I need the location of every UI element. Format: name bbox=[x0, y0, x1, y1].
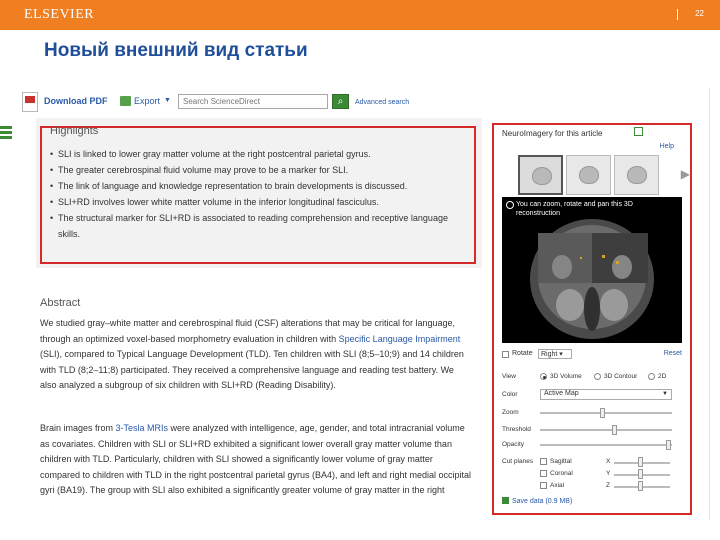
term-link[interactable]: Specific Language Impairment bbox=[339, 334, 461, 344]
search-button[interactable]: ⌕ bbox=[332, 94, 349, 109]
view-thumbnails: ▶ bbox=[518, 155, 690, 195]
save-data-label: Save data (0.9 MB) bbox=[512, 498, 573, 505]
abstract-text: Brain images from bbox=[40, 423, 116, 433]
view-option-label: 3D Volume bbox=[550, 373, 582, 380]
cut-planes-label: Cut planes bbox=[502, 458, 534, 465]
rotate-select[interactable]: Right ▾ bbox=[538, 349, 572, 359]
export-icon[interactable] bbox=[120, 96, 131, 106]
opacity-slider-handle[interactable] bbox=[666, 440, 671, 450]
abstract-heading: Abstract bbox=[40, 297, 81, 309]
brain-3d-viewer[interactable]: You can zoom, rotate and pan this 3D rec… bbox=[502, 197, 682, 343]
article-toolbar: Download PDF Export ▼ ⌕ Advanced search bbox=[22, 92, 422, 114]
cut-plane-checkbox-sagittal[interactable] bbox=[540, 458, 547, 465]
advanced-search-link[interactable]: Advanced search bbox=[355, 99, 409, 106]
chevron-right-icon[interactable]: ▶ bbox=[681, 167, 690, 181]
brain-icon bbox=[627, 166, 647, 184]
opacity-slider[interactable] bbox=[540, 444, 672, 446]
save-data-link[interactable]: Save data (0.9 MB) bbox=[502, 497, 572, 505]
abstract-text: were analyzed with intelligence, age, ge… bbox=[40, 423, 472, 495]
chevron-down-icon: ▼ bbox=[662, 391, 668, 397]
brain-icon bbox=[579, 166, 599, 184]
outline-menu-icon[interactable] bbox=[0, 126, 14, 142]
view-label: View bbox=[502, 373, 516, 380]
list-item: SLI+RD involves lower white matter volum… bbox=[50, 194, 470, 210]
rotate-row: Rotate Right ▾ Reset bbox=[502, 349, 682, 361]
help-link[interactable]: Help bbox=[660, 143, 674, 150]
download-pdf-link[interactable]: Download PDF bbox=[44, 96, 108, 106]
threshold-row: Threshold bbox=[502, 424, 682, 436]
cut-plane-label: Sagittal bbox=[550, 458, 572, 465]
highlights-list: SLI is linked to lower gray matter volum… bbox=[50, 146, 470, 242]
export-button[interactable]: Export bbox=[134, 96, 160, 106]
cut-plane-label: Axial bbox=[550, 482, 565, 489]
rotate-value: Right bbox=[541, 351, 558, 358]
brain-scan-image bbox=[502, 197, 682, 343]
cut-plane-row: Axial Z bbox=[502, 480, 682, 492]
view-radio-3d-volume[interactable] bbox=[540, 373, 547, 380]
cut-plane-axis: Z bbox=[606, 482, 610, 489]
abstract-paragraph: We studied gray–white matter and cerebro… bbox=[40, 316, 472, 394]
cut-plane-row: Cut planes Sagittal X bbox=[502, 456, 682, 468]
opacity-label: Opacity bbox=[502, 441, 525, 448]
abstract-text: (SLI), compared to Typical Language Deve… bbox=[40, 349, 464, 390]
threshold-label: Threshold bbox=[502, 426, 531, 433]
cut-plane-checkbox-coronal[interactable] bbox=[540, 470, 547, 477]
cut-plane-slider-handle[interactable] bbox=[638, 469, 643, 479]
view-option-label: 2D bbox=[658, 373, 667, 380]
external-link-icon[interactable] bbox=[634, 127, 643, 136]
cut-plane-slider-handle[interactable] bbox=[638, 457, 643, 467]
info-icon[interactable] bbox=[506, 201, 514, 209]
header-bar: ELSEVIER 22 bbox=[0, 0, 720, 30]
chevron-down-icon[interactable]: ▼ bbox=[164, 97, 171, 104]
elsevier-logo: ELSEVIER bbox=[24, 7, 95, 22]
zoom-slider-handle[interactable] bbox=[600, 408, 605, 418]
color-label: Color bbox=[502, 391, 518, 398]
slide-title: Новый внешний вид статьи bbox=[44, 40, 308, 61]
list-item: SLI is linked to lower gray matter volum… bbox=[50, 146, 470, 162]
threshold-slider-handle[interactable] bbox=[612, 425, 617, 435]
highlights-heading: Highlights bbox=[50, 125, 99, 137]
page-number: 22 bbox=[695, 9, 704, 18]
cut-plane-axis: Y bbox=[606, 470, 611, 477]
list-item: The link of language and knowledge repre… bbox=[50, 178, 470, 194]
zoom-slider[interactable] bbox=[540, 412, 672, 414]
search-input[interactable] bbox=[178, 94, 328, 109]
neuroimagery-heading: NeuroImagery for this article bbox=[502, 129, 603, 138]
opacity-row: Opacity bbox=[502, 439, 682, 451]
cut-plane-row: Coronal Y bbox=[502, 468, 682, 480]
term-link[interactable]: 3-Tesla MRIs bbox=[116, 423, 169, 433]
color-select[interactable]: Active Map ▼ bbox=[540, 389, 672, 400]
abstract-paragraph: Brain images from 3-Tesla MRIs were anal… bbox=[40, 421, 472, 499]
view-row: View 3D Volume 3D Contour 2D bbox=[502, 371, 682, 383]
list-item: The greater cerebrospinal fluid volume m… bbox=[50, 162, 470, 178]
thumbnail-view-1[interactable] bbox=[518, 155, 563, 195]
brain-icon bbox=[532, 167, 552, 185]
view-radio-2d[interactable] bbox=[648, 373, 655, 380]
list-item: The structural marker for SLI+RD is asso… bbox=[50, 210, 470, 242]
pdf-icon[interactable] bbox=[22, 92, 38, 112]
color-row: Color Active Map ▼ bbox=[502, 389, 682, 401]
view-option-label: 3D Contour bbox=[604, 373, 638, 380]
save-icon bbox=[502, 497, 509, 504]
zoom-label: Zoom bbox=[502, 409, 519, 416]
threshold-slider[interactable] bbox=[540, 429, 672, 431]
rotate-label: Rotate bbox=[512, 350, 533, 357]
view-radio-3d-contour[interactable] bbox=[594, 373, 601, 380]
neuroimagery-panel: NeuroImagery for this article Help ▶ You… bbox=[492, 123, 692, 515]
reset-link[interactable]: Reset bbox=[664, 350, 682, 357]
rotate-checkbox[interactable] bbox=[502, 351, 509, 358]
zoom-row: Zoom bbox=[502, 407, 682, 419]
color-value: Active Map bbox=[544, 390, 579, 397]
cut-plane-slider-handle[interactable] bbox=[638, 481, 643, 491]
thumbnail-view-3[interactable] bbox=[614, 155, 659, 195]
search-icon: ⌕ bbox=[337, 96, 344, 107]
cut-plane-checkbox-axial[interactable] bbox=[540, 482, 547, 489]
viewer-caption: You can zoom, rotate and pan this 3D rec… bbox=[516, 201, 633, 217]
cut-plane-axis: X bbox=[606, 458, 611, 465]
cut-plane-label: Coronal bbox=[550, 470, 573, 477]
thumbnail-view-2[interactable] bbox=[566, 155, 611, 195]
header-divider bbox=[677, 9, 678, 20]
